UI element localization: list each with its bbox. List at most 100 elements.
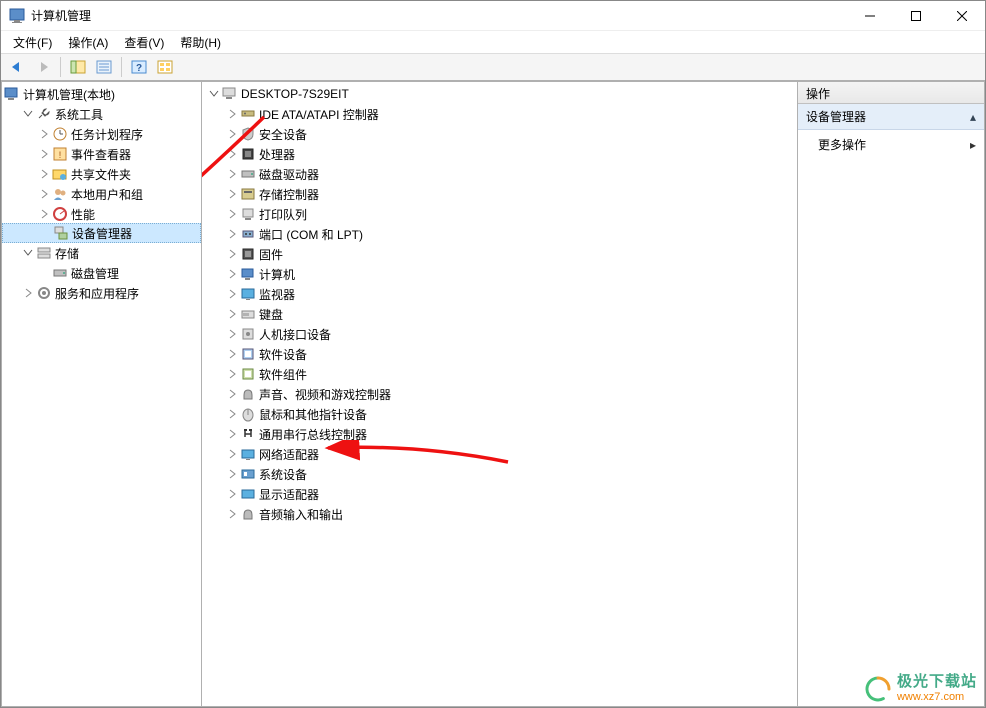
- show-hide-tree-button[interactable]: [66, 56, 90, 78]
- nav-forward-button[interactable]: [31, 56, 55, 78]
- svg-text:?: ?: [136, 63, 142, 74]
- tree-label: 计算机管理(本地): [23, 86, 115, 103]
- help-button[interactable]: ?: [127, 56, 151, 78]
- category-icon: [240, 406, 256, 422]
- expand-icon[interactable]: [36, 126, 52, 142]
- menu-file[interactable]: 文件(F): [5, 32, 60, 53]
- menu-view[interactable]: 查看(V): [116, 32, 172, 53]
- tree-node-root[interactable]: 计算机管理(本地): [2, 84, 201, 104]
- expand-icon[interactable]: [224, 486, 240, 502]
- expand-icon[interactable]: [224, 506, 240, 522]
- devices-button[interactable]: [153, 56, 177, 78]
- expand-icon[interactable]: [224, 426, 240, 442]
- device-category[interactable]: 键盘: [202, 304, 797, 324]
- tree-node-services[interactable]: 服务和应用程序: [2, 283, 201, 303]
- tree-node-device-manager[interactable]: 设备管理器: [2, 223, 201, 243]
- tree-node-performance[interactable]: 性能: [2, 204, 201, 224]
- device-category[interactable]: 磁盘驱动器: [202, 164, 797, 184]
- tree-node-event-viewer[interactable]: ! 事件查看器: [2, 144, 201, 164]
- collapse-icon[interactable]: [206, 86, 222, 102]
- device-category[interactable]: 端口 (COM 和 LPT): [202, 224, 797, 244]
- expand-icon[interactable]: [224, 226, 240, 242]
- no-expander: [36, 265, 52, 281]
- menu-action[interactable]: 操作(A): [60, 32, 116, 53]
- minimize-button[interactable]: [847, 1, 893, 31]
- tree-node-storage[interactable]: 存储: [2, 243, 201, 263]
- tree-node-system-tools[interactable]: 系统工具: [2, 104, 201, 124]
- toolbar-separator: [60, 57, 61, 77]
- expand-icon[interactable]: [224, 386, 240, 402]
- more-actions[interactable]: 更多操作 ▸: [798, 130, 984, 159]
- tree-node-shared-folders[interactable]: 共享文件夹: [2, 164, 201, 184]
- navigation-tree-pane[interactable]: 计算机管理(本地) 系统工具 任务计划程序 ! 事件查看器 共享文件夹: [1, 81, 201, 707]
- device-category[interactable]: 固件: [202, 244, 797, 264]
- device-category[interactable]: 鼠标和其他指针设备: [202, 404, 797, 424]
- expand-icon[interactable]: [224, 306, 240, 322]
- device-category[interactable]: 软件组件: [202, 364, 797, 384]
- expand-icon[interactable]: [36, 146, 52, 162]
- expand-icon[interactable]: [224, 466, 240, 482]
- device-category[interactable]: 软件设备: [202, 344, 797, 364]
- collapse-icon[interactable]: [20, 245, 36, 261]
- tree-node-local-users[interactable]: 本地用户和组: [2, 184, 201, 204]
- tree-label: 计算机: [259, 266, 295, 283]
- expand-icon[interactable]: [36, 186, 52, 202]
- tree-label: 本地用户和组: [71, 186, 143, 203]
- expand-icon[interactable]: [224, 166, 240, 182]
- tree-label: 监视器: [259, 286, 295, 303]
- expand-icon[interactable]: [224, 406, 240, 422]
- device-category[interactable]: 人机接口设备: [202, 324, 797, 344]
- expand-icon[interactable]: [224, 366, 240, 382]
- device-tree-pane[interactable]: DESKTOP-7S29EIT IDE ATA/ATAPI 控制器安全设备处理器…: [201, 81, 797, 707]
- collapse-icon[interactable]: [20, 106, 36, 122]
- nav-back-button[interactable]: [5, 56, 29, 78]
- storage-icon: [36, 245, 52, 261]
- device-category[interactable]: 网络适配器: [202, 444, 797, 464]
- device-category[interactable]: 通用串行总线控制器: [202, 424, 797, 444]
- expand-icon[interactable]: [224, 286, 240, 302]
- expand-icon[interactable]: [36, 166, 52, 182]
- device-mgr-icon: [53, 225, 69, 241]
- expand-icon[interactable]: [20, 285, 36, 301]
- expand-icon[interactable]: [224, 246, 240, 262]
- close-button[interactable]: [939, 1, 985, 31]
- properties-button[interactable]: [92, 56, 116, 78]
- device-category[interactable]: 显示适配器: [202, 484, 797, 504]
- tools-icon: [36, 106, 52, 122]
- device-root[interactable]: DESKTOP-7S29EIT: [202, 84, 797, 104]
- tree-node-task-scheduler[interactable]: 任务计划程序: [2, 124, 201, 144]
- expand-icon[interactable]: [224, 106, 240, 122]
- menu-help[interactable]: 帮助(H): [172, 32, 229, 53]
- device-category[interactable]: 计算机: [202, 264, 797, 284]
- expand-icon[interactable]: [224, 206, 240, 222]
- device-category[interactable]: 打印队列: [202, 204, 797, 224]
- device-category[interactable]: 存储控制器: [202, 184, 797, 204]
- expand-icon[interactable]: [224, 146, 240, 162]
- device-category[interactable]: 监视器: [202, 284, 797, 304]
- expand-icon[interactable]: [224, 326, 240, 342]
- tree-node-disk-mgmt[interactable]: 磁盘管理: [2, 263, 201, 283]
- expand-icon[interactable]: [224, 186, 240, 202]
- tree-label: 设备管理器: [72, 225, 132, 242]
- tree-label: 磁盘驱动器: [259, 166, 319, 183]
- tree-label: 安全设备: [259, 126, 307, 143]
- category-icon: [240, 206, 256, 222]
- window-title: 计算机管理: [31, 7, 847, 24]
- device-category[interactable]: 声音、视频和游戏控制器: [202, 384, 797, 404]
- expand-icon[interactable]: [224, 126, 240, 142]
- expand-icon[interactable]: [224, 446, 240, 462]
- actions-context[interactable]: 设备管理器 ▴: [798, 104, 984, 130]
- device-category[interactable]: 处理器: [202, 144, 797, 164]
- device-category[interactable]: 系统设备: [202, 464, 797, 484]
- expand-icon[interactable]: [224, 346, 240, 362]
- expand-icon[interactable]: [224, 266, 240, 282]
- category-icon: [240, 386, 256, 402]
- expand-icon[interactable]: [36, 206, 52, 222]
- toolbar: ?: [1, 53, 985, 81]
- category-icon: [240, 366, 256, 382]
- maximize-button[interactable]: [893, 1, 939, 31]
- tree-label: 打印队列: [259, 206, 307, 223]
- device-category[interactable]: IDE ATA/ATAPI 控制器: [202, 104, 797, 124]
- device-category[interactable]: 安全设备: [202, 124, 797, 144]
- device-category[interactable]: 音频输入和输出: [202, 504, 797, 524]
